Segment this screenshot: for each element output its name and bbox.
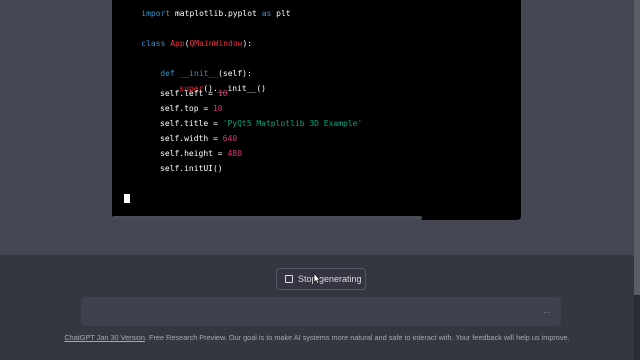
page-scrollbar-thumb[interactable] xyxy=(634,0,640,295)
code-token-qmainwindow: QMainWindow xyxy=(189,39,243,48)
code-token-import: import xyxy=(141,9,171,18)
footer-disclaimer: ChatGPT Jan 30 Version. Free Research Pr… xyxy=(0,333,634,342)
input-loading-indicator: .. xyxy=(543,305,551,315)
code-token-height-value: 480 xyxy=(227,149,242,158)
stop-generating-label: Stop generating xyxy=(298,274,362,284)
code-line-height: self.height = 480 xyxy=(160,149,242,158)
mouse-pointer-icon xyxy=(313,272,321,285)
code-token-as: as xyxy=(261,9,272,18)
version-link[interactable]: ChatGPT Jan 30 Version xyxy=(64,333,145,342)
code-line-width: self.width = 640 xyxy=(160,134,238,143)
code-token-title-value: 'PyQt5 Matplotlib 3D Example' xyxy=(222,119,363,128)
code-token-width-value: 640 xyxy=(222,134,238,143)
message-input[interactable]: .. xyxy=(81,297,561,326)
code-line-title: self.title = 'PyQt5 Matplotlib 3D Exampl… xyxy=(160,119,363,128)
code-block: import matplotlib.pyplot as plt class Ap… xyxy=(112,0,521,220)
code-token-top-value: 10 xyxy=(212,104,223,113)
code-line-top: self.top = 10 xyxy=(160,104,223,113)
code-token-left-value: 10 xyxy=(217,89,228,98)
page-scrollbar-track[interactable] xyxy=(634,0,640,360)
typing-cursor xyxy=(124,194,130,203)
code-line-import: import matplotlib.pyplot as plt xyxy=(141,9,291,18)
stop-square-icon xyxy=(285,275,293,283)
code-token-class: class xyxy=(141,39,166,48)
footer-text: . Free Research Preview. Our goal is to … xyxy=(144,333,570,342)
code-token-app: App xyxy=(170,39,185,48)
code-line-initui: self.initUI() xyxy=(160,164,223,173)
code-horizontal-scrollbar[interactable] xyxy=(112,216,422,220)
code-line-left: self.left = 10 xyxy=(160,89,228,98)
code-line-class: class App(QMainWindow): xyxy=(141,39,253,48)
